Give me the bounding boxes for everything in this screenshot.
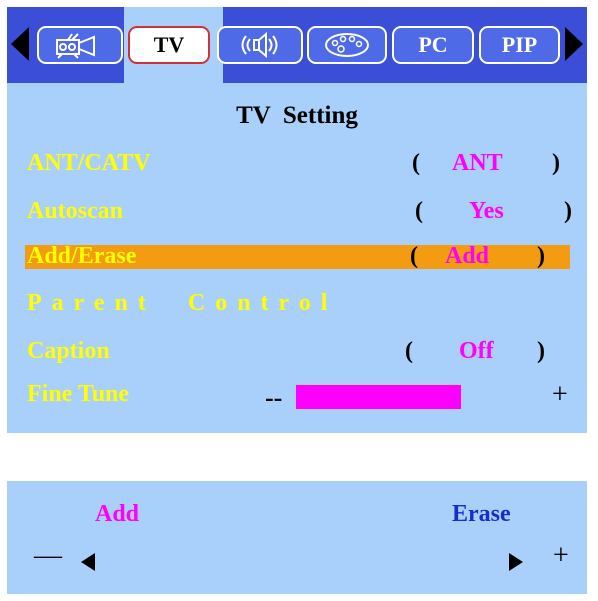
paren-open: ( — [412, 150, 420, 176]
tab-tv-label: TV — [153, 32, 185, 57]
menu-row-value: ANT — [452, 150, 503, 176]
tab-audio[interactable] — [217, 26, 303, 64]
paren-open: ( — [410, 243, 418, 269]
menu-tab-bar: TV PC PIP — [7, 7, 587, 83]
fine-tune-slider-bar[interactable] — [296, 385, 461, 409]
footer-minus: — — [34, 540, 62, 571]
menu-row-parent-control[interactable]: Parent Control — [27, 290, 587, 320]
menu-row-caption[interactable]: Caption ( Off ) — [27, 338, 587, 368]
page-title: TV Setting — [236, 102, 358, 129]
menu-row-label: ANT/CATV — [27, 150, 151, 176]
menu-row-label: Parent Control — [27, 290, 338, 316]
tab-pip[interactable]: PIP — [479, 26, 560, 64]
paren-close: ) — [537, 338, 545, 364]
paren-open: ( — [415, 198, 423, 224]
menu-row-label: Add/Erase — [27, 243, 137, 269]
tab-tv[interactable]: TV — [128, 26, 210, 64]
footer-hint-panel: Add Erase — + — [7, 481, 587, 594]
menu-row-value: Add — [445, 243, 490, 269]
tab-pip-label: PIP — [501, 32, 538, 57]
paren-close: ) — [564, 198, 572, 224]
menu-row-autoscan[interactable]: Autoscan ( Yes ) — [27, 198, 587, 228]
paren-close: ) — [537, 243, 545, 269]
menu-row-label: Fine Tune — [27, 381, 130, 407]
speaker-icon — [241, 31, 278, 59]
menu-row-value: Yes — [469, 198, 504, 224]
paren-close: ) — [552, 150, 560, 176]
fine-tune-minus[interactable]: -- — [265, 383, 282, 413]
right-triangle-icon[interactable] — [509, 553, 523, 571]
tab-pc[interactable]: PC — [392, 26, 474, 64]
tab-feature[interactable] — [307, 26, 387, 64]
palette-icon — [325, 33, 369, 57]
menu-row-add-erase[interactable]: Add/Erase ( Add ) — [27, 243, 587, 273]
menu-row-ant-catv[interactable]: ANT/CATV ( ANT ) — [27, 150, 587, 180]
tab-left-arrow-icon[interactable] — [11, 27, 29, 61]
footer-plus: + — [553, 540, 569, 571]
footer-add-label: Add — [95, 501, 140, 527]
tab-picture[interactable] — [37, 26, 123, 64]
menu-row-label: Autoscan — [27, 198, 124, 224]
fine-tune-plus[interactable]: + — [552, 379, 568, 411]
footer-erase-label: Erase — [452, 501, 511, 527]
menu-row-value: Off — [459, 338, 494, 364]
left-triangle-icon[interactable] — [81, 553, 95, 571]
tab-right-arrow-icon[interactable] — [565, 27, 583, 61]
menu-row-label: Caption — [27, 338, 110, 364]
tv-camera-icon — [56, 33, 95, 59]
tv-setting-panel: TV Setting ANT/CATV ( ANT ) Autoscan ( Y… — [7, 83, 587, 433]
paren-open: ( — [405, 338, 413, 364]
tab-pc-label: PC — [418, 32, 448, 57]
